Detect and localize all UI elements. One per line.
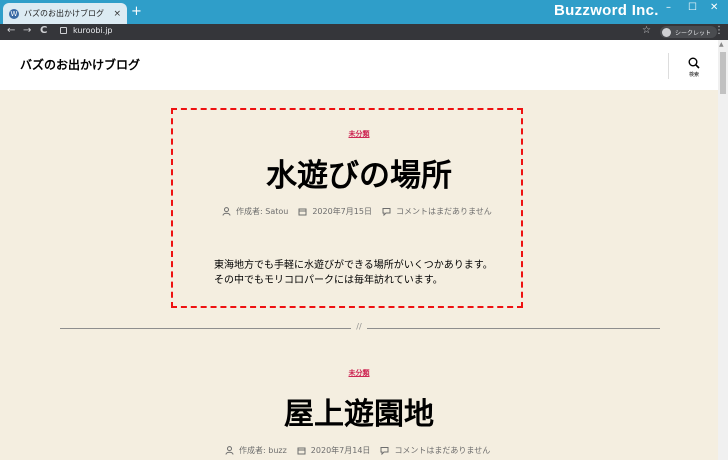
- minimize-button[interactable]: –: [666, 2, 671, 13]
- new-tab-button[interactable]: +: [131, 5, 142, 19]
- lock-icon: [60, 27, 67, 34]
- post-comments: コメントはまだありません: [380, 445, 490, 456]
- browser-menu-icon[interactable]: ⋮: [714, 25, 724, 36]
- header-divider: [668, 53, 669, 79]
- incognito-icon: [662, 27, 671, 37]
- post-date: 2020年7月14日: [297, 445, 371, 456]
- search-label: 検索: [688, 72, 699, 78]
- maximize-button[interactable]: ☐: [688, 2, 697, 13]
- incognito-label: シークレット: [675, 29, 712, 37]
- back-button[interactable]: ←: [7, 25, 15, 36]
- forward-button[interactable]: →: [23, 25, 31, 36]
- incognito-badge[interactable]: シークレット: [660, 26, 718, 38]
- search-icon: [688, 57, 700, 69]
- calendar-icon: [297, 447, 306, 455]
- tab-title: バズのお出かけブログ: [24, 9, 104, 18]
- highlight-box: [171, 108, 523, 308]
- post-category-link[interactable]: 未分類: [0, 368, 723, 378]
- reload-button[interactable]: C: [40, 25, 47, 36]
- scroll-up-arrow-icon[interactable]: ▲: [719, 41, 724, 48]
- comment-icon: [380, 447, 389, 455]
- wordpress-icon: W: [9, 8, 19, 19]
- post-author: 作成者: buzz: [225, 445, 287, 456]
- scrollbar-thumb[interactable]: [720, 52, 726, 94]
- close-window-button[interactable]: ✕: [710, 2, 718, 13]
- date-link[interactable]: 2020年7月14日: [311, 445, 371, 456]
- comments-link[interactable]: コメントはまだありません: [394, 445, 490, 456]
- browser-tab[interactable]: W バズのお出かけブログ ×: [3, 3, 127, 24]
- watermark: Buzzword Inc.: [554, 2, 659, 19]
- url-text: kuroobi.jp: [73, 26, 113, 35]
- browser-titlebar: W バズのお出かけブログ × + Buzzword Inc. – ☐ ✕: [0, 0, 728, 24]
- person-icon: [225, 446, 234, 455]
- site-header: バズのお出かけブログ 検索: [0, 40, 718, 90]
- address-bar: ← → C kuroobi.jp ☆ シークレット ⋮: [0, 24, 728, 40]
- post-title[interactable]: 屋上遊園地: [0, 389, 723, 433]
- close-tab-icon[interactable]: ×: [113, 9, 121, 19]
- bookmark-star-icon[interactable]: ☆: [642, 25, 651, 36]
- separator-mark: //: [351, 322, 367, 331]
- search-button[interactable]: 検索: [680, 50, 708, 84]
- post-meta: 作成者: buzz 2020年7月14日 コメントはまだありません: [225, 445, 500, 456]
- author-link[interactable]: 作成者: buzz: [239, 445, 287, 456]
- site-title[interactable]: バズのお出かけブログ: [20, 56, 140, 73]
- url-field[interactable]: kuroobi.jp: [60, 26, 113, 35]
